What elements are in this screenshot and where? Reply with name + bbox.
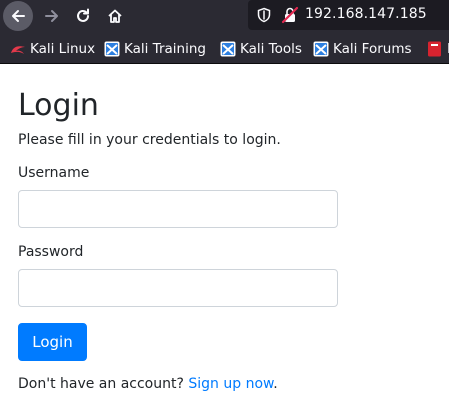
page-title: Login	[18, 88, 99, 123]
forward-button[interactable]	[37, 1, 67, 31]
home-button[interactable]	[100, 1, 130, 31]
insecure-lock-icon[interactable]	[281, 6, 299, 24]
reload-icon	[77, 8, 89, 22]
kali-docs-icon	[428, 41, 441, 57]
username-input[interactable]	[18, 190, 338, 228]
bookmark-label: Kali Linux	[30, 41, 96, 57]
arrow-left-icon	[12, 10, 25, 22]
bookmarks-bar: Kali Linux Kali Training Kali Tools Kali…	[0, 32, 449, 64]
url-text[interactable]: 192.168.147.185	[305, 6, 427, 22]
signup-prompt: Don't have an account?	[18, 376, 184, 392]
password-label: Password	[18, 244, 84, 260]
back-button[interactable]	[3, 1, 33, 31]
kali-training-icon	[104, 41, 120, 57]
kali-linux-icon	[11, 46, 25, 54]
kali-forums-icon	[313, 41, 329, 57]
signup-period: .	[273, 376, 278, 392]
bookmark-label: Kali Training	[124, 41, 206, 57]
bookmark-kali-tools[interactable]: Kali Tools	[220, 40, 302, 58]
arrow-right-icon	[45, 10, 58, 22]
bookmark-kali-forums[interactable]: Kali Forums	[313, 40, 412, 58]
signup-link[interactable]: Sign up now	[188, 376, 273, 392]
kali-tools-icon	[220, 41, 236, 57]
bookmark-kali-docs[interactable]: K	[427, 40, 449, 58]
page-subtitle: Please fill in your credentials to login…	[18, 132, 281, 148]
password-input[interactable]	[18, 269, 338, 307]
home-icon	[108, 9, 122, 23]
username-label: Username	[18, 165, 90, 181]
bookmark-label: Kali Forums	[333, 41, 412, 57]
reload-button[interactable]	[68, 1, 98, 31]
shield-icon[interactable]	[256, 7, 272, 23]
bookmark-kali-linux[interactable]: Kali Linux	[10, 40, 95, 58]
url-bar[interactable]: 192.168.147.185	[248, 0, 449, 30]
login-button[interactable]: Login	[18, 323, 87, 361]
signup-prompt-line: Don't have an account? Sign up now.	[18, 374, 278, 394]
bookmark-kali-training[interactable]: Kali Training	[104, 40, 206, 58]
bookmark-label: Kali Tools	[240, 41, 302, 57]
browser-toolbar: 192.168.147.185	[0, 0, 449, 32]
